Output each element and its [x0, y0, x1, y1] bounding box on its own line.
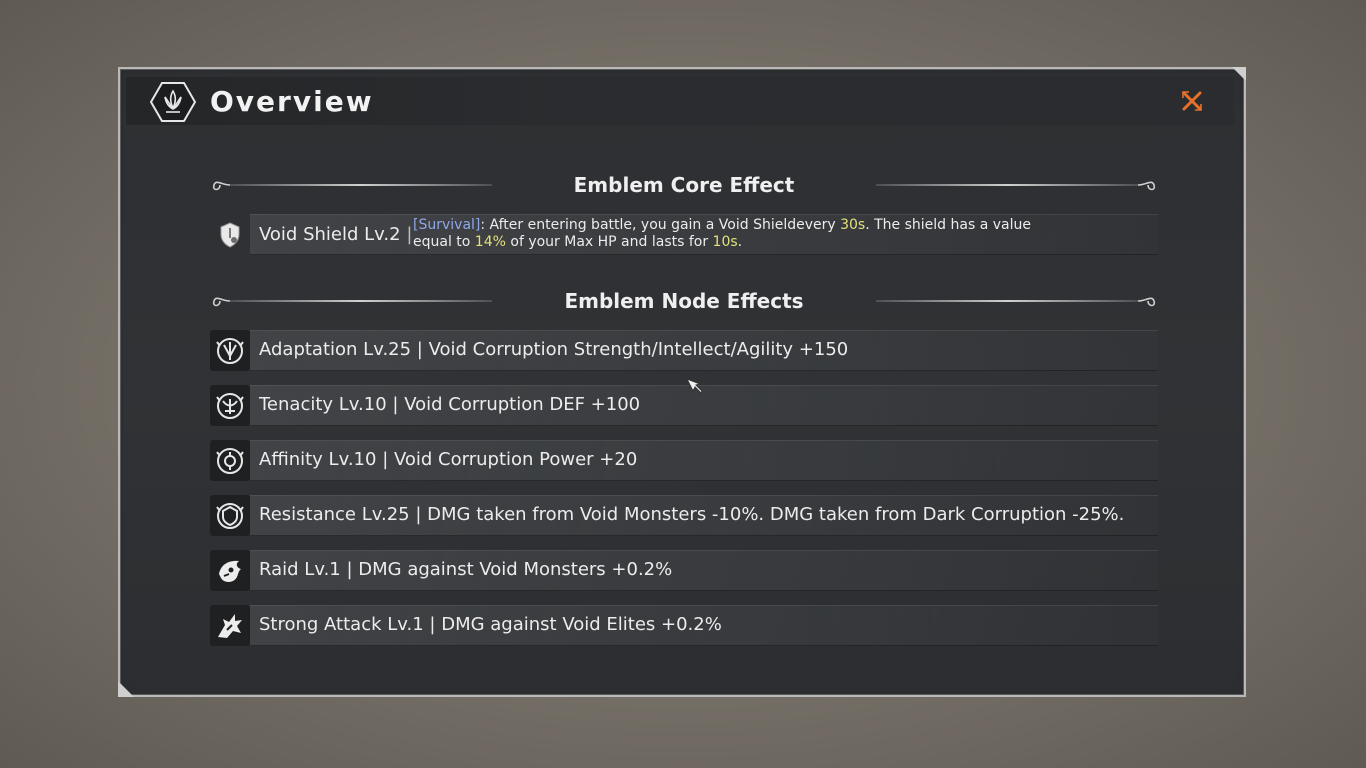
panel-header: Overview [126, 77, 1234, 125]
corner-ornament [118, 681, 134, 697]
core-icon-box [210, 214, 250, 255]
node-effect-text: Tenacity Lv.10 | Void Corruption DEF +10… [259, 394, 641, 415]
resistance-emblem-icon [210, 495, 250, 536]
strong-attack-emblem-icon [210, 605, 250, 646]
node-effect-row: Strong Attack Lv.1 | DMG against Void El… [210, 605, 1158, 646]
core-effect-description: [Survival]: After entering battle, you g… [413, 217, 1031, 250]
node-effect-text: Adaptation Lv.25 | Void Corruption Stren… [259, 339, 849, 360]
survival-tag: [Survival] [413, 217, 481, 233]
node-effect-row: Affinity Lv.10 | Void Corruption Power +… [210, 440, 1158, 481]
close-icon[interactable] [1180, 89, 1204, 113]
node-effect-text: Resistance Lv.25 | DMG taken from Void M… [259, 504, 1125, 525]
divider [876, 184, 1138, 186]
node-effect-text: Strong Attack Lv.1 | DMG against Void El… [259, 614, 722, 635]
node-effect-row: Tenacity Lv.10 | Void Corruption DEF +10… [210, 385, 1158, 426]
flourish-icon [1137, 181, 1156, 191]
node-effect-text: Affinity Lv.10 | Void Corruption Power +… [259, 449, 638, 470]
tenacity-emblem-icon [210, 385, 250, 426]
corner-ornament [1232, 67, 1246, 81]
affinity-emblem-icon [210, 440, 250, 481]
flourish-icon [1137, 297, 1156, 307]
overview-panel: Overview Emblem Core Effect Void Shield … [118, 67, 1246, 697]
panel-body [124, 73, 1240, 691]
page-title: Overview [210, 85, 374, 118]
node-effect-row: Raid Lv.1 | DMG against Void Monsters +0… [210, 550, 1158, 591]
node-effect-text: Raid Lv.1 | DMG against Void Monsters +0… [259, 559, 673, 580]
node-effect-row: Resistance Lv.25 | DMG taken from Void M… [210, 495, 1158, 536]
cursor-icon [685, 378, 703, 394]
shield-icon [220, 221, 240, 248]
raid-emblem-icon [210, 550, 250, 591]
core-effect-name: Void Shield Lv.2 | [259, 224, 413, 245]
section-heading-core: Emblem Core Effect [210, 170, 1158, 200]
node-effect-row: Adaptation Lv.25 | Void Corruption Stren… [210, 330, 1158, 371]
section-heading-nodes: Emblem Node Effects [210, 286, 1158, 316]
divider [876, 300, 1138, 302]
adaptation-emblem-icon [210, 330, 250, 371]
core-effect-row: Void Shield Lv.2 | [Survival]: After ent… [210, 214, 1158, 255]
emblem-hex-icon [150, 82, 196, 122]
